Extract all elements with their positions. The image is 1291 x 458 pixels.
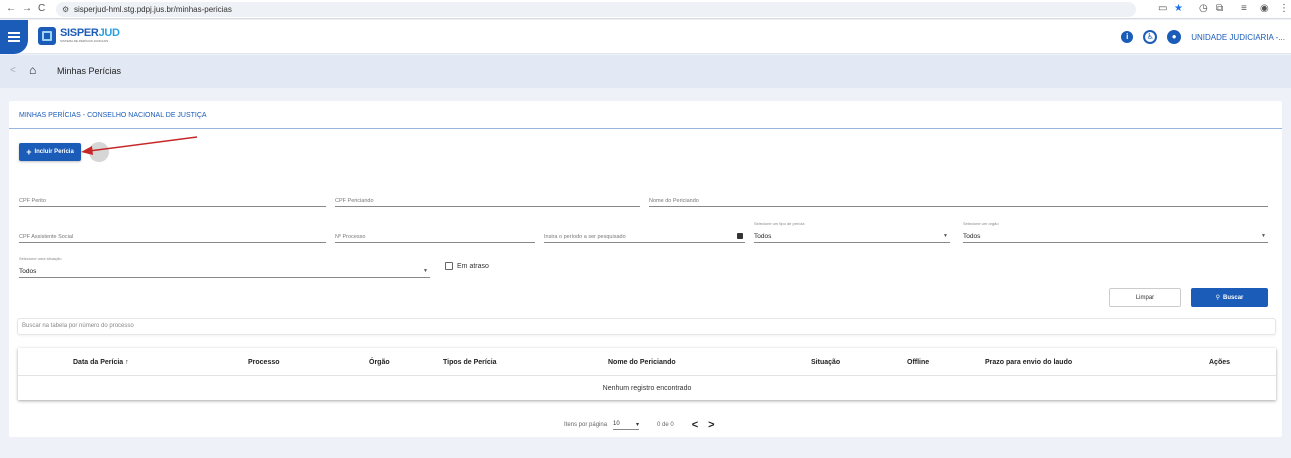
cast-icon[interactable]: ▭: [1158, 3, 1167, 15]
profile-icon[interactable]: ◉: [1260, 3, 1269, 15]
periodo-field[interactable]: Insira o período a ser pesquisado: [544, 229, 745, 243]
periodo-placeholder: Insira o período a ser pesquisado: [544, 234, 626, 240]
column-header-data[interactable]: Data da Perícia ↑: [73, 359, 129, 366]
annotation-arrow: [81, 136, 198, 155]
main-card: MINHAS PERÍCIAS - CONSELHO NACIONAL DE J…: [9, 101, 1282, 437]
site-settings-icon[interactable]: ⚙: [62, 2, 69, 17]
processo-field[interactable]: Nº Processo: [335, 229, 535, 243]
cpf-assistente-placeholder: CPF Assistente Social: [19, 234, 74, 240]
logo-mark-icon: [38, 27, 56, 45]
breadcrumb-current: Minhas Perícias: [57, 66, 122, 76]
browser-reload-icon[interactable]: C: [38, 3, 45, 15]
breadcrumb-back-icon[interactable]: <: [10, 65, 16, 76]
orgao-caption: Selecione um órgão: [963, 221, 999, 226]
column-header-situacao: Situação: [811, 359, 841, 366]
cpf-periciando-field[interactable]: CPF Periciando: [335, 193, 640, 207]
browser-forward-icon[interactable]: →: [22, 3, 32, 15]
address-bar-url: sisperjud-hml.stg.pdpj.jus.br/minhas-per…: [74, 5, 232, 14]
em-atraso-checkbox[interactable]: Em atraso: [445, 262, 489, 270]
info-icon[interactable]: i: [1121, 31, 1134, 43]
situacao-value: Todos: [19, 268, 37, 275]
column-header-orgao: Órgão: [369, 359, 390, 366]
cpf-perito-placeholder: CPF Perito: [19, 198, 46, 204]
add-pericia-label: Incluir Perícia: [34, 149, 74, 155]
table-search-input[interactable]: Buscar na tabela por número do processo: [17, 318, 1276, 335]
situacao-select[interactable]: Selecione uma situação Todos ▼: [19, 256, 430, 278]
items-per-page-value: 10: [613, 420, 620, 427]
reading-list-icon[interactable]: ≡: [1241, 3, 1247, 15]
browser-back-icon[interactable]: ←: [6, 3, 16, 15]
cpf-periciando-placeholder: CPF Periciando: [335, 198, 374, 204]
chevron-down-icon: ▾: [636, 421, 640, 428]
title-divider: [9, 128, 1282, 129]
chevron-down-icon: ▼: [423, 268, 428, 274]
column-header-tipos: Tipos de Perícia: [443, 359, 497, 366]
checkbox-box[interactable]: [445, 262, 453, 270]
chevron-down-icon: ▼: [943, 233, 948, 239]
search-button-label: Buscar: [1223, 294, 1244, 301]
hamburger-menu-button[interactable]: [0, 20, 28, 54]
history-icon[interactable]: ◷: [1199, 3, 1208, 15]
hamburger-icon: [8, 32, 20, 42]
tipo-pericia-select[interactable]: Selecione um tipo de perícia Todos ▼: [754, 221, 950, 243]
table-header: Data da Perícia ↑ Processo Órgão Tipos d…: [18, 348, 1276, 376]
orgao-value: Todos: [963, 233, 981, 240]
logo-title: SISPERJUD: [60, 27, 120, 39]
search-button[interactable]: ⚲ Buscar: [1191, 288, 1268, 307]
column-header-processo: Processo: [248, 359, 280, 366]
judicial-unit-selector[interactable]: UNIDADE JUDICIARIA -...: [1191, 33, 1285, 42]
items-per-page-select[interactable]: 10 ▾: [613, 420, 640, 430]
tipo-pericia-caption: Selecione um tipo de perícia: [754, 221, 805, 226]
orgao-select[interactable]: Selecione um órgão Todos ▼: [963, 221, 1268, 243]
extensions-icon[interactable]: ⧉: [1216, 3, 1223, 15]
page-title: MINHAS PERÍCIAS - CONSELHO NACIONAL DE J…: [19, 112, 207, 119]
column-header-nome: Nome do Periciando: [608, 359, 676, 366]
situacao-caption: Selecione uma situação: [19, 256, 62, 261]
breadcrumb: < ⌂ Minhas Perícias: [0, 55, 1291, 88]
table-search-placeholder: Buscar na tabela por número do processo: [22, 323, 134, 329]
browser-toolbar: ← → C ⚙ sisperjud-hml.stg.pdpj.jus.br/mi…: [0, 0, 1291, 19]
next-page-icon[interactable]: >: [708, 419, 724, 431]
cpf-perito-field[interactable]: CPF Perito: [19, 193, 326, 207]
paginator: Itens por página 10 ▾ 0 de 0 <>: [564, 419, 725, 431]
em-atraso-label: Em atraso: [457, 262, 489, 270]
bookmark-star-icon[interactable]: ★: [1174, 3, 1183, 15]
column-header-acoes: Ações: [1209, 359, 1231, 366]
browser-menu-icon[interactable]: ⋮: [1279, 3, 1289, 15]
clear-button[interactable]: Limpar: [1109, 288, 1181, 307]
cpf-assistente-field[interactable]: CPF Assistente Social: [19, 229, 326, 243]
address-bar[interactable]: ⚙ sisperjud-hml.stg.pdpj.jus.br/minhas-p…: [56, 2, 1136, 17]
plus-icon: +: [26, 146, 32, 157]
page-range: 0 de 0: [657, 422, 674, 428]
column-header-prazo: Prazo para envio do laudo: [985, 359, 1073, 366]
home-icon[interactable]: ⌂: [29, 63, 36, 77]
accessibility-icon[interactable]: ♿: [1143, 30, 1158, 44]
calendar-icon[interactable]: [737, 233, 743, 239]
column-header-offline: Offline: [907, 359, 930, 366]
user-avatar-icon[interactable]: ●: [1167, 30, 1182, 44]
add-pericia-button[interactable]: + Incluir Perícia: [19, 143, 81, 161]
pericias-table: Data da Perícia ↑ Processo Órgão Tipos d…: [18, 348, 1276, 400]
processo-placeholder: Nº Processo: [335, 234, 366, 240]
nome-periciando-placeholder: Nome do Periciando: [649, 198, 699, 204]
previous-page-icon[interactable]: <: [692, 419, 708, 431]
chevron-down-icon: ▼: [1261, 233, 1266, 239]
search-icon: ⚲: [1215, 295, 1221, 301]
app-header: SISPERJUD SISTEMA DE PERÍCIAS JUDICIAIS …: [0, 20, 1291, 54]
app-logo[interactable]: SISPERJUD SISTEMA DE PERÍCIAS JUDICIAIS: [38, 27, 120, 45]
tipo-pericia-value: Todos: [754, 233, 772, 240]
items-per-page-label: Itens por página: [564, 422, 608, 428]
empty-message: Nenhum registro encontrado: [602, 385, 692, 392]
nome-periciando-field[interactable]: Nome do Periciando: [649, 193, 1268, 207]
logo-subtitle: SISTEMA DE PERÍCIAS JUDICIAIS: [60, 39, 109, 43]
